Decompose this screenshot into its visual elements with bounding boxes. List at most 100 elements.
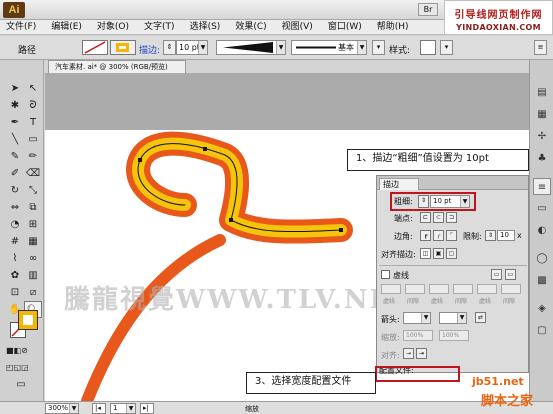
miter-join-button[interactable]: ┏ (420, 230, 431, 241)
appearance-panel-icon[interactable]: ◯ (533, 250, 551, 267)
gradient-tool-icon[interactable]: ▦ (24, 233, 42, 250)
brush-dropdown[interactable]: 基本 ▼ (291, 40, 367, 55)
align-outside-button[interactable]: ▢ (446, 248, 457, 259)
screen-mode-icon[interactable]: ▭ (12, 376, 30, 393)
arrow-tip-beyond-button[interactable]: → (403, 348, 414, 359)
gap-field[interactable] (453, 284, 473, 294)
drawing-mode-icon[interactable]: ◰◱◲ (6, 359, 29, 376)
rectangle-tool-icon[interactable]: ▭ (24, 131, 42, 148)
document-tab[interactable]: 汽车素材. ai* @ 300% (RGB/预览) (48, 60, 186, 73)
menu-view[interactable]: 视图(V) (282, 20, 313, 34)
stroke-swatch[interactable] (110, 40, 136, 55)
brushes-panel-icon[interactable]: ✢ (533, 128, 551, 145)
round-cap-button[interactable]: ⊂ (433, 212, 444, 223)
bridge-button[interactable]: Br (418, 3, 438, 16)
dashed-line-checkbox[interactable] (381, 270, 390, 279)
stroke-indicator[interactable] (18, 310, 38, 330)
swatches-panel-icon[interactable]: ▦ (533, 106, 551, 123)
layers-panel-icon[interactable]: ◈ (533, 300, 551, 317)
direct-selection-tool-icon[interactable]: ↖ (24, 80, 42, 97)
menu-object[interactable]: 对象(O) (97, 20, 129, 34)
anchor-point[interactable] (339, 228, 343, 232)
fill-swatch[interactable] (82, 40, 108, 55)
start-scale-input[interactable]: 100% (403, 330, 433, 341)
menu-type[interactable]: 文字(T) (144, 20, 175, 34)
artboards-panel-icon[interactable]: ▢ (533, 322, 551, 339)
rotate-tool-icon[interactable]: ↻ (6, 182, 24, 199)
dash-field[interactable] (381, 284, 401, 294)
dash-align-button[interactable]: ▭ (505, 269, 516, 280)
column-graph-tool-icon[interactable]: ▥ (24, 267, 42, 284)
anchor-point[interactable] (229, 218, 233, 222)
width-tool-icon[interactable]: ⇔ (6, 199, 24, 216)
color-panel-icon[interactable]: ▤ (533, 84, 551, 101)
bevel-join-button[interactable]: ⌜ (446, 230, 457, 241)
anchor-point[interactable] (203, 147, 207, 151)
scale-tool-icon[interactable]: ⤡ (24, 182, 42, 199)
style-swatch[interactable] (420, 40, 436, 55)
symbols-panel-icon[interactable]: ♣ (533, 150, 551, 167)
paintbrush-tool-icon[interactable]: ✎ (6, 148, 24, 165)
menu-window[interactable]: 窗口(W) (328, 20, 362, 34)
anchor-point[interactable] (138, 158, 142, 162)
selection-tool-icon[interactable]: ➤ (6, 80, 24, 97)
page-field[interactable]: 1 ▼ (110, 403, 136, 414)
blob-brush-tool-icon[interactable]: ✐ (6, 165, 24, 182)
eyedropper-tool-icon[interactable]: ⌇ (6, 250, 24, 267)
limit-stepper[interactable]: ⇕ (485, 230, 496, 241)
arrow-tip-end-button[interactable]: ⇥ (416, 348, 427, 359)
round-join-button[interactable]: ╭ (433, 230, 444, 241)
zoom-dropdown[interactable]: 300% ▼ (45, 403, 79, 414)
gap-field[interactable] (405, 284, 425, 294)
gap-field[interactable] (501, 284, 521, 294)
dash-preserve-button[interactable]: ▭ (491, 269, 502, 280)
slice-tool-icon[interactable]: ⧄ (24, 284, 42, 301)
end-arrow-dropdown[interactable]: ▼ (439, 312, 467, 324)
dash-field[interactable] (429, 284, 449, 294)
align-center-button[interactable]: ◫ (420, 248, 431, 259)
graphic-styles-panel-icon[interactable]: ▩ (533, 272, 551, 289)
blend-tool-icon[interactable]: ∞ (24, 250, 42, 267)
lasso-tool-icon[interactable]: ᘐ (24, 97, 42, 114)
limit-input[interactable]: 10 (497, 230, 515, 241)
magic-wand-tool-icon[interactable]: ✱ (6, 97, 24, 114)
menu-file[interactable]: 文件(F) (6, 20, 36, 34)
artboard-tool-icon[interactable]: ⊡ (6, 284, 24, 301)
type-tool-icon[interactable]: T (24, 114, 42, 131)
color-mode-icon[interactable]: ■◧⊘ (6, 342, 28, 359)
menu-edit[interactable]: 编辑(E) (51, 20, 82, 34)
perspective-grid-tool-icon[interactable]: ⊞ (24, 216, 42, 233)
end-scale-input[interactable]: 100% (439, 330, 469, 341)
eraser-tool-icon[interactable]: ⌫ (24, 165, 42, 182)
stroke-stepper[interactable]: ⇕ (163, 40, 176, 55)
mesh-tool-icon[interactable]: # (6, 233, 24, 250)
symbol-sprayer-tool-icon[interactable]: ✿ (6, 267, 24, 284)
first-page-button[interactable]: |◂ (92, 403, 106, 414)
butt-cap-button[interactable]: ⊏ (420, 212, 431, 223)
free-transform-tool-icon[interactable]: ⧉ (24, 199, 42, 216)
line-tool-icon[interactable]: ╲ (6, 131, 24, 148)
menu-help[interactable]: 帮助(H) (377, 20, 409, 34)
start-arrow-dropdown[interactable]: ▼ (403, 312, 431, 324)
stroke-label[interactable]: 描边: (139, 43, 160, 56)
style-dropdown-button[interactable]: ▾ (440, 40, 453, 55)
stroke-weight-dropdown[interactable]: 10 pt ▼ (176, 40, 208, 55)
shape-builder-tool-icon[interactable]: ◔ (6, 216, 24, 233)
brush-options-button[interactable]: ▾ (372, 40, 385, 55)
dash-field[interactable] (477, 284, 497, 294)
transparency-panel-icon[interactable]: ◐ (533, 222, 551, 239)
menu-effect[interactable]: 效果(C) (235, 20, 266, 34)
pen-tool-icon[interactable]: ✒ (6, 114, 24, 131)
panel-menu-button[interactable]: ≡ (534, 40, 547, 55)
menu-select[interactable]: 选择(S) (190, 20, 221, 34)
stroke-panel-icon[interactable]: ≡ (533, 178, 551, 195)
align-inside-button[interactable]: ▣ (433, 248, 444, 259)
stroke-panel-tab[interactable]: 描边 (379, 178, 419, 190)
pencil-tool-icon[interactable]: ✏ (24, 148, 42, 165)
gradient-panel-icon[interactable]: ▭ (533, 200, 551, 217)
variable-width-dropdown[interactable]: ▼ (216, 40, 286, 55)
next-page-button[interactable]: ▸| (140, 403, 154, 414)
artwork-path[interactable] (45, 130, 385, 401)
swap-arrows-button[interactable]: ⇄ (475, 312, 486, 323)
projecting-cap-button[interactable]: ⊐ (446, 212, 457, 223)
